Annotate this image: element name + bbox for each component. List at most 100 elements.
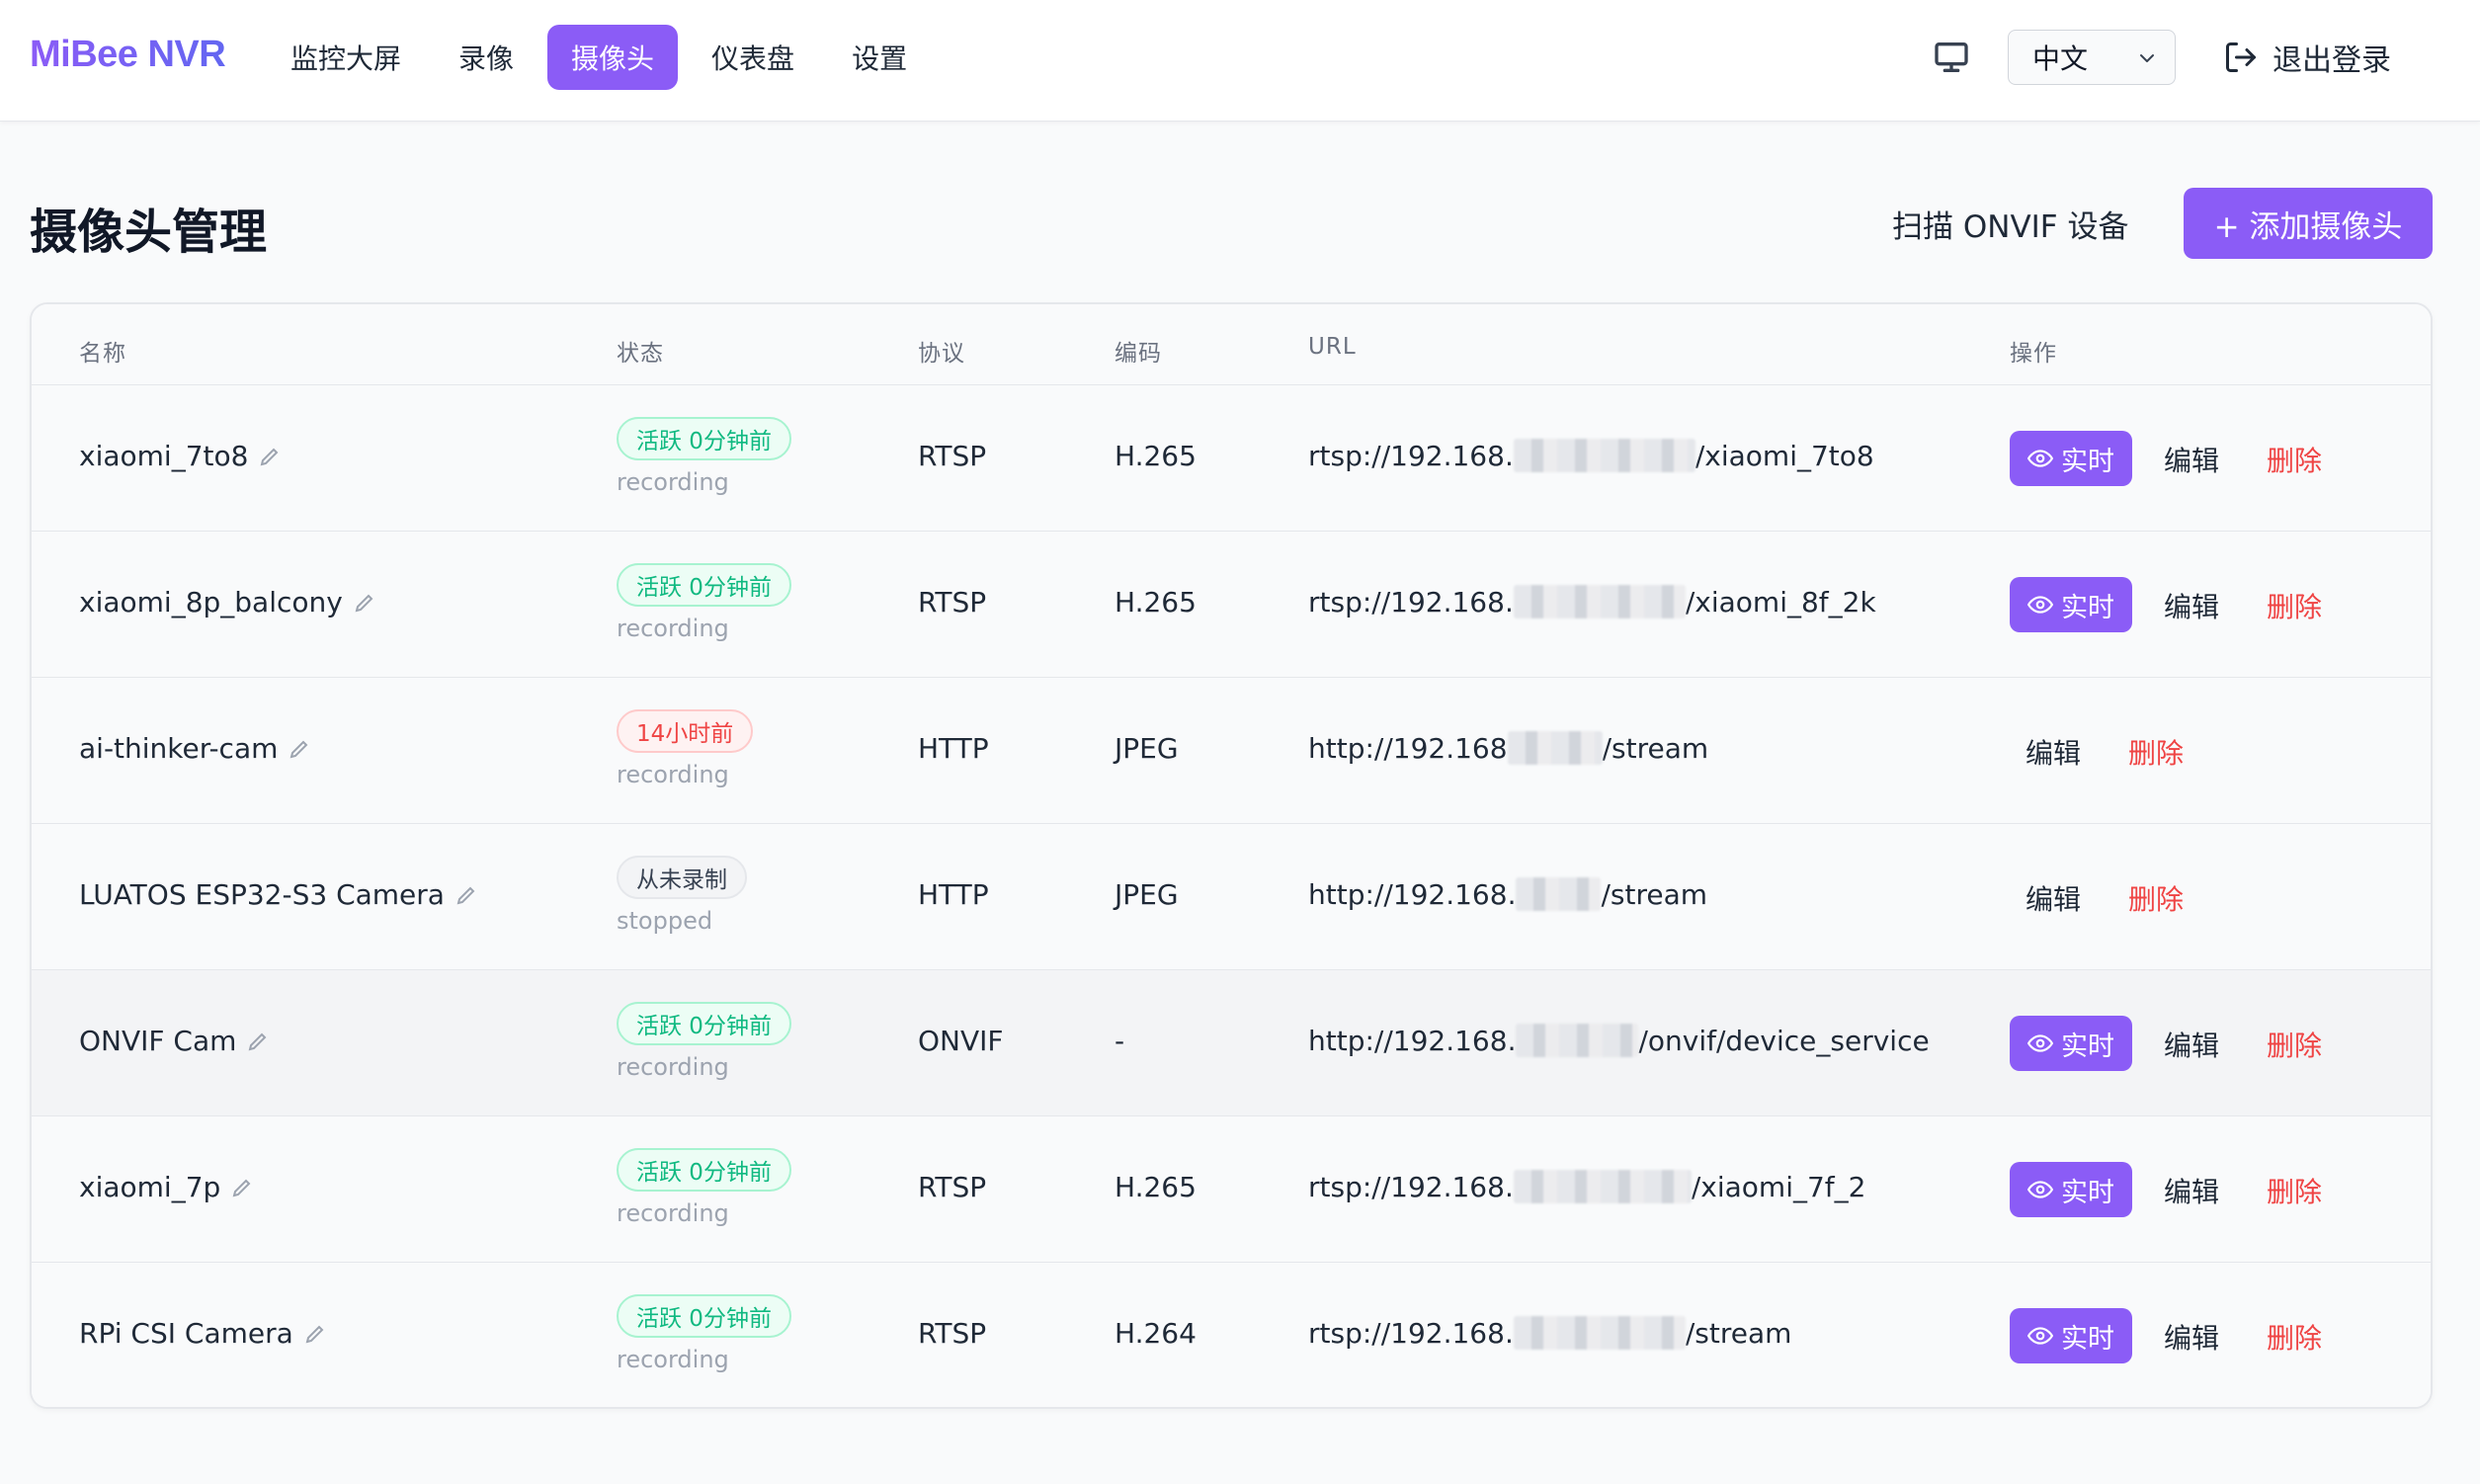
scan-onvif-button[interactable]: 扫描 ONVIF 设备 [1872,188,2148,259]
url-suffix: /onvif/device_service [1638,1025,1930,1057]
monitor-icon[interactable] [1932,38,1971,77]
language-select-value: 中文 [2032,42,2089,75]
nav-item-dashboard[interactable]: 仪表盘 [688,25,818,90]
codec-cell: H.264 [1115,1317,1197,1350]
delete-button[interactable]: 删除 [2267,1025,2322,1064]
table-row: ai-thinker-cam 14小时前 recording HTTP JPEG… [32,678,2431,824]
delete-button[interactable]: 删除 [2267,1317,2322,1357]
table-row: xiaomi_7p 活跃 0分钟前 recording RTSP H.265 r… [32,1116,2431,1263]
pencil-icon[interactable] [455,883,478,907]
nav-item-monitor-wall[interactable]: 监控大屏 [267,25,425,90]
table-row: ONVIF Cam 活跃 0分钟前 recording ONVIF - http… [32,970,2431,1116]
pencil-icon[interactable] [258,445,282,468]
camera-name: ai-thinker-cam [79,732,311,765]
delete-button[interactable]: 删除 [2267,1171,2322,1210]
delete-button[interactable]: 删除 [2128,878,2184,918]
redacted-ip [1516,1024,1639,1057]
live-label: 实时 [2061,1177,2114,1208]
edit-button[interactable]: 编辑 [2164,1317,2219,1357]
pencil-icon[interactable] [230,1176,254,1199]
pencil-icon[interactable] [303,1322,327,1346]
top-navbar: MiBee NVR 监控大屏 录像 摄像头 仪表盘 设置 中文 退出登录 [0,0,2480,122]
url-prefix: rtsp://192.168. [1308,440,1514,472]
delete-button[interactable]: 删除 [2267,440,2322,479]
live-button[interactable]: 实时 [2010,577,2132,632]
codec-cell: JPEG [1115,732,1179,765]
recording-state: recording [617,1346,729,1373]
pencil-icon[interactable] [288,737,311,761]
logout-button[interactable]: 退出登录 [2223,32,2391,83]
redacted-ip [1516,877,1602,911]
protocol-cell: HTTP [918,732,989,765]
recording-state: recording [617,1199,729,1227]
edit-button[interactable]: 编辑 [2164,586,2219,625]
eye-icon [2027,596,2053,614]
codec-cell: H.265 [1115,440,1197,472]
table-header: 名称 状态 协议 编码 URL 操作 [32,304,2431,385]
live-button[interactable]: 实时 [2010,1308,2132,1363]
url-prefix: http://192.168. [1308,878,1517,911]
delete-button[interactable]: 删除 [2267,586,2322,625]
edit-button[interactable]: 编辑 [2025,732,2081,772]
url-prefix: rtsp://192.168. [1308,586,1514,618]
nav-item-recordings[interactable]: 录像 [435,25,537,90]
url-cell: rtsp://192.168. /xiaomi_7f_2 [1308,1170,1865,1203]
live-label: 实时 [2061,1031,2114,1062]
logout-icon [2226,42,2256,72]
recording-state: recording [617,468,729,496]
redacted-ip [1513,439,1695,472]
camera-name: RPi CSI Camera [79,1317,327,1350]
table-row: LUATOS ESP32-S3 Camera 从未录制 stopped HTTP… [32,824,2431,970]
live-label: 实时 [2061,592,2114,623]
codec-cell: JPEG [1115,878,1179,911]
live-label: 实时 [2061,446,2114,477]
edit-button[interactable]: 编辑 [2164,1171,2219,1210]
table-row: RPi CSI Camera 活跃 0分钟前 recording RTSP H.… [32,1263,2431,1407]
app-logo[interactable]: MiBee NVR [30,34,226,76]
redacted-ip [1513,1170,1692,1203]
live-button[interactable]: 实时 [2010,1162,2132,1217]
eye-icon [2027,1327,2053,1345]
add-camera-button[interactable]: + 添加摄像头 [2184,188,2433,259]
column-header-url: URL [1308,334,1357,360]
chevron-down-icon [2140,54,2154,62]
codec-cell: H.265 [1115,1171,1197,1203]
camera-name-text: ai-thinker-cam [79,732,279,765]
camera-name: xiaomi_7to8 [79,440,282,472]
live-button[interactable]: 实时 [2010,431,2132,486]
status-badge: 活跃 0分钟前 [617,417,791,460]
nav-item-cameras[interactable]: 摄像头 [547,25,679,90]
language-select[interactable]: 中文 [2008,30,2176,85]
delete-button[interactable]: 删除 [2128,732,2184,772]
live-label: 实时 [2061,1323,2114,1355]
pencil-icon[interactable] [353,591,376,615]
column-header-codec: 编码 [1115,341,1162,367]
url-prefix: http://192.168. [1308,1025,1517,1057]
nav-item-settings[interactable]: 设置 [828,25,931,90]
camera-name-text: LUATOS ESP32-S3 Camera [79,878,445,911]
url-cell: http://192.168/stream [1308,731,1708,765]
camera-name-text: ONVIF Cam [79,1025,237,1057]
protocol-cell: RTSP [918,1171,987,1203]
url-prefix: rtsp://192.168. [1308,1171,1514,1203]
pencil-icon[interactable] [246,1030,270,1053]
edit-button[interactable]: 编辑 [2164,440,2219,479]
edit-button[interactable]: 编辑 [2164,1025,2219,1064]
redacted-ip [1513,585,1686,618]
url-suffix: /xiaomi_8f_2k [1685,586,1876,618]
redacted-ip [1507,731,1603,765]
recording-state: recording [617,761,729,788]
status-badge: 活跃 0分钟前 [617,1148,791,1192]
column-header-status: 状态 [617,341,664,367]
column-header-protocol: 协议 [918,341,965,367]
camera-name-text: xiaomi_7p [79,1171,221,1203]
codec-cell: - [1115,1025,1125,1057]
protocol-cell: RTSP [918,440,987,472]
eye-icon [2027,1034,2053,1052]
camera-name-text: xiaomi_8p_balcony [79,586,343,618]
url-prefix: http://192.168 [1308,732,1508,765]
edit-button[interactable]: 编辑 [2025,878,2081,918]
camera-name: ONVIF Cam [79,1025,270,1057]
camera-name: xiaomi_8p_balcony [79,586,376,618]
live-button[interactable]: 实时 [2010,1016,2132,1071]
